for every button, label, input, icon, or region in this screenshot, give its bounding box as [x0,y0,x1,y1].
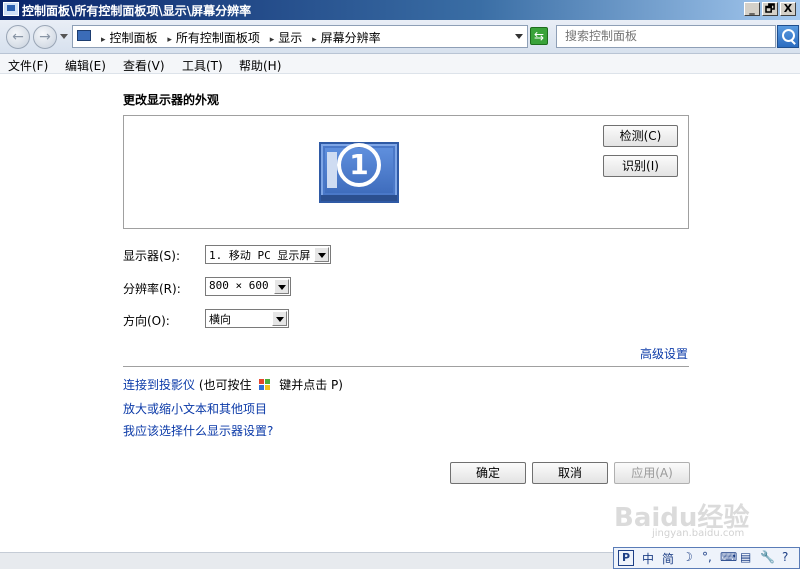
resolution-label: 分辨率(R): [123,282,181,296]
forward-button[interactable]: → [33,25,57,49]
close-button[interactable]: X [780,2,796,16]
address-box[interactable]: ▸ 控制面板 ▸ 所有控制面板项 ▸ 显示 ▸ 屏幕分辨率 [72,25,528,48]
orientation-select-value: 横向 [209,313,231,326]
orientation-select[interactable]: 横向 [205,309,289,328]
ime-menu-icon[interactable]: ▤ [740,550,751,564]
ime-settings-icon[interactable]: 🔧 [760,550,775,564]
display-app-icon [3,2,19,16]
monitor-1-icon[interactable]: 1 [319,142,399,203]
monitor-number: 1 [337,143,381,187]
ime-toolbar: P 中 简 ☽ °, ⌨ ▤ 🔧 ? [613,547,800,569]
menu-help[interactable]: 帮助(H) [239,57,281,74]
chevron-down-icon[interactable] [274,279,289,294]
menu-file[interactable]: 文件(F) [8,57,48,74]
ime-help-icon[interactable]: ? [782,550,788,564]
baidu-watermark-url: jingyan.baidu.com [652,528,745,539]
ime-halfwidth-icon[interactable]: ☽ [682,550,693,564]
orientation-label: 方向(O): [123,314,170,328]
address-dropdown-icon[interactable] [515,34,523,39]
cancel-button[interactable]: 取消 [532,462,608,484]
apply-button[interactable]: 应用(A) [614,462,690,484]
breadcrumb-item[interactable]: 控制面板 [110,31,158,45]
breadcrumb-item[interactable]: 所有控制面板项 [176,31,260,45]
title-bar: 控制面板\所有控制面板项\显示\屏幕分辨率 _ 🗗 X [0,0,800,20]
text-size-link[interactable]: 放大或缩小文本和其他项目 [123,400,267,417]
window-title: 控制面板\所有控制面板项\显示\屏幕分辨率 [22,4,252,18]
detect-button[interactable]: 检测(C) [603,125,678,147]
connect-projector-link[interactable]: 连接到投影仪 (也可按住 键并点击 P) [123,376,343,393]
resolution-select-value: 800 × 600 [209,279,269,292]
chevron-down-icon[interactable] [314,247,329,262]
back-button[interactable]: ← [6,25,30,49]
divider [123,366,689,367]
ime-logo-icon[interactable]: P [618,550,634,566]
menu-bar: 文件(F) 编辑(E) 查看(V) 工具(T) 帮助(H) [0,54,800,74]
display-select-value: 1. 移动 PC 显示屏 [209,249,311,262]
display-label: 显示器(S): [123,249,181,263]
menu-tools[interactable]: 工具(T) [182,57,223,74]
address-toolbar: ← → ▸ 控制面板 ▸ 所有控制面板项 ▸ 显示 ▸ 屏幕分辨率 ⇆ [0,20,800,54]
ime-simplified-toggle[interactable]: 简 [662,550,674,567]
recent-pages-dropdown[interactable] [60,34,68,39]
maximize-button[interactable]: 🗗 [762,2,778,16]
windows-key-icon [259,379,271,391]
breadcrumb: ▸ 控制面板 ▸ 所有控制面板项 ▸ 显示 ▸ 屏幕分辨率 [101,31,381,45]
page-title: 更改显示器的外观 [123,93,220,107]
breadcrumb-item[interactable]: 屏幕分辨率 [321,31,381,45]
breadcrumb-item[interactable]: 显示 [278,31,302,45]
search-box[interactable] [556,25,776,48]
monitor-preview-area: 1 检测(C) 识别(I) [123,115,689,229]
control-panel-icon [77,30,91,41]
refresh-icon[interactable]: ⇆ [530,27,548,45]
minimize-button[interactable]: _ [744,2,760,16]
search-icon[interactable] [777,25,799,48]
ime-chinese-toggle[interactable]: 中 [642,550,654,567]
advanced-settings-link[interactable]: 高级设置 [640,345,688,362]
resolution-select[interactable]: 800 × 600 [205,277,291,296]
which-settings-link[interactable]: 我应该选择什么显示器设置? [123,422,273,439]
ime-keyboard-icon[interactable]: ⌨ [720,550,737,564]
ime-punctuation-icon[interactable]: °, [702,550,712,564]
search-input[interactable] [557,26,757,46]
ok-button[interactable]: 确定 [450,462,526,484]
menu-view[interactable]: 查看(V) [123,57,165,74]
chevron-down-icon[interactable] [272,311,287,326]
display-select[interactable]: 1. 移动 PC 显示屏 [205,245,331,264]
identify-button[interactable]: 识别(I) [603,155,678,177]
menu-edit[interactable]: 编辑(E) [65,57,106,74]
